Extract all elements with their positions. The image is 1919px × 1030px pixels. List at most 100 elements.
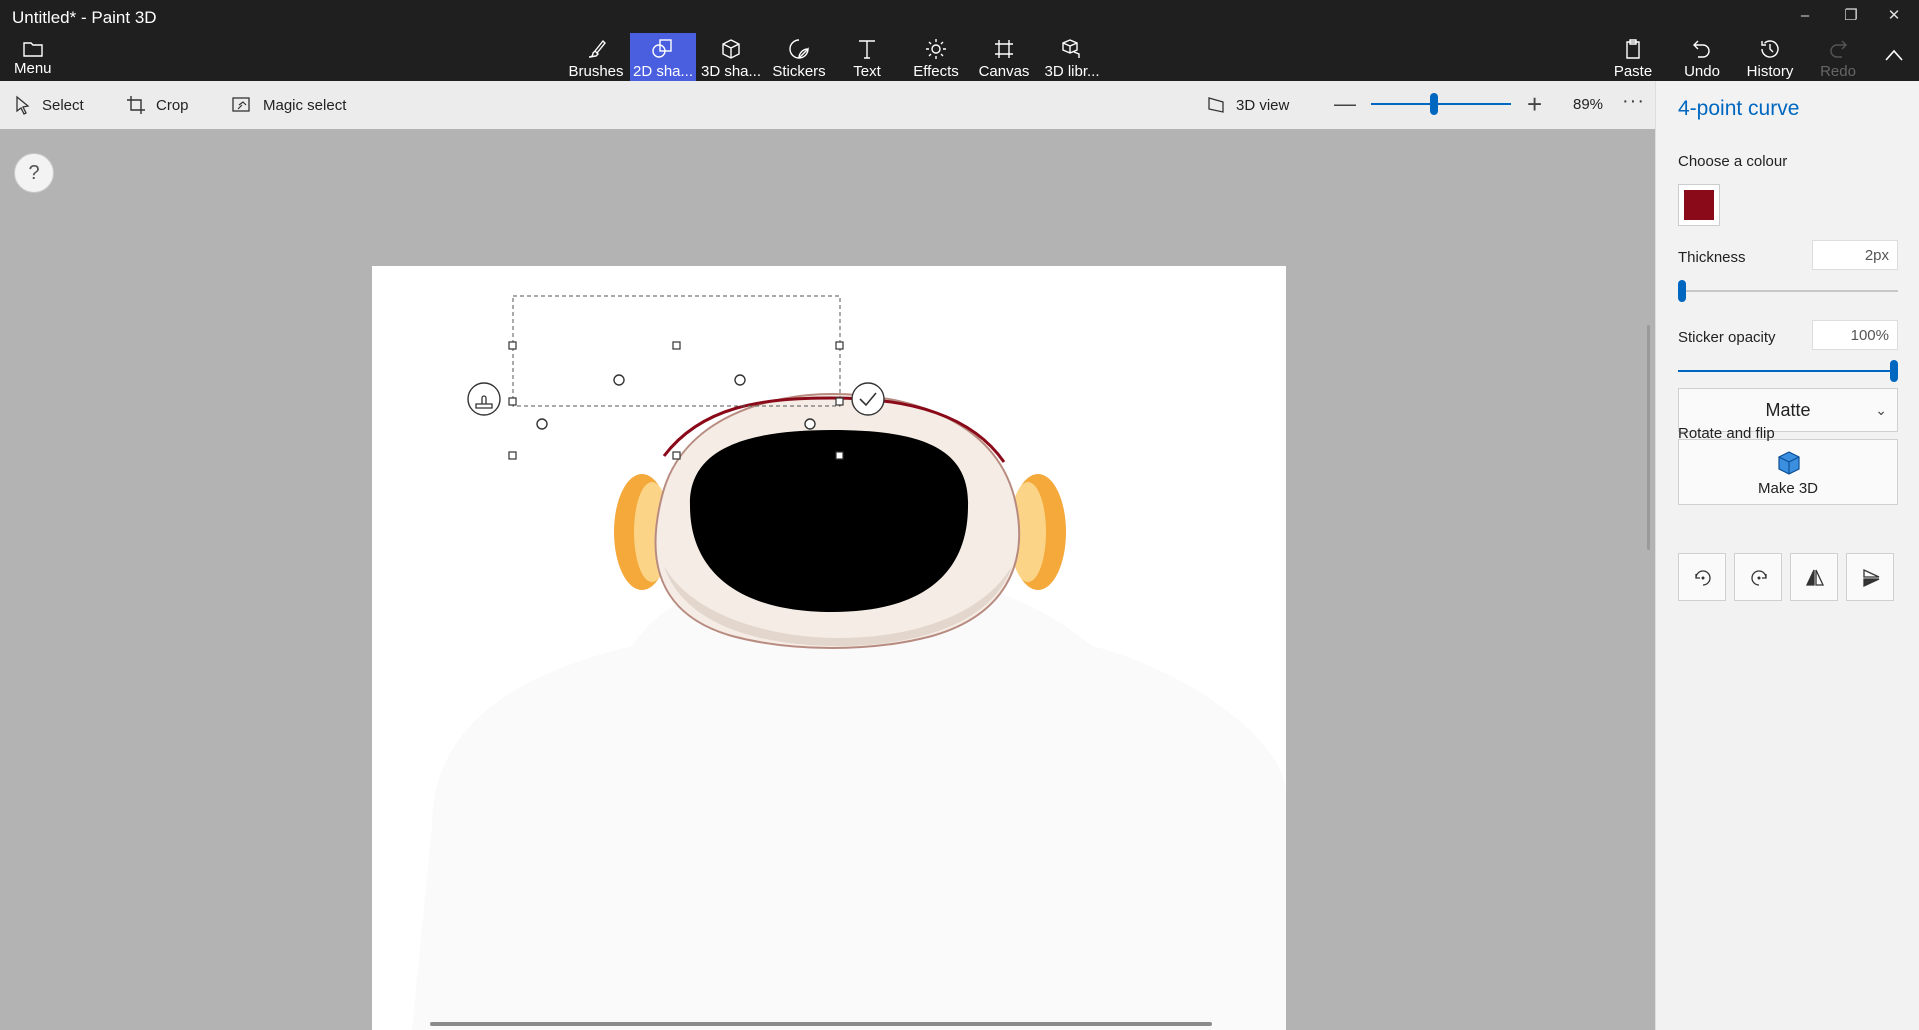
thickness-label: Thickness	[1678, 249, 1746, 266]
magic-select-icon	[232, 97, 250, 112]
menu-label: Menu	[14, 60, 52, 77]
flip-vertical-button[interactable]	[1846, 553, 1894, 601]
magic-select-label: Magic select	[263, 96, 347, 114]
effects-icon	[926, 39, 946, 59]
minimize-button[interactable]: –	[1785, 4, 1825, 28]
undo-icon	[1693, 40, 1710, 58]
tool-text[interactable]: Text	[834, 33, 900, 81]
rotate-flip-label: Rotate and flip	[1678, 425, 1775, 442]
top-bar: Untitled* - Paint 3D – ❐ ✕ Menu Brushes …	[0, 0, 1919, 81]
3d-view-icon	[1208, 97, 1224, 113]
colour-swatch[interactable]	[1678, 184, 1720, 226]
crop-label: Crop	[156, 96, 189, 114]
chevron-down-icon: ⌄	[1875, 402, 1887, 418]
tool-label: Brushes	[568, 63, 624, 80]
crop-button[interactable]: Crop	[126, 93, 189, 117]
chevron-up-icon[interactable]	[1884, 48, 1904, 62]
tool-label: Effects	[913, 63, 959, 80]
history-label: History	[1746, 63, 1794, 80]
rotate-right-button[interactable]	[1734, 553, 1782, 601]
finish-value: Matte	[1765, 400, 1811, 420]
paste-icon	[1626, 39, 1640, 59]
undo-button[interactable]: Undo	[1670, 33, 1734, 81]
undo-label: Undo	[1684, 63, 1720, 80]
zoom-slider[interactable]	[1371, 103, 1511, 105]
tool-label: 3D sha...	[700, 63, 762, 80]
sticker-opacity-input[interactable]: 100%	[1812, 320, 1898, 350]
flip-horizontal-button[interactable]	[1790, 553, 1838, 601]
text-icon	[859, 40, 875, 59]
canvas-artwork	[412, 295, 1286, 1030]
sticker-opacity-slider[interactable]	[1678, 370, 1898, 372]
3d-library-icon	[1062, 39, 1080, 58]
tool-label: Text	[853, 63, 881, 80]
colour-swatch-fill	[1684, 190, 1714, 220]
horizontal-scrollbar[interactable]	[430, 1022, 1212, 1026]
folder-icon	[23, 42, 43, 57]
tool-brushes[interactable]: Brushes	[563, 33, 629, 81]
2d-shapes-icon	[652, 39, 672, 58]
choose-colour-label: Choose a colour	[1678, 153, 1788, 170]
redo-icon	[1830, 40, 1847, 58]
rotate-left-button[interactable]	[1678, 553, 1726, 601]
canvas-icon	[995, 40, 1013, 58]
redo-button[interactable]: Redo	[1806, 33, 1870, 81]
magic-select-button[interactable]: Magic select	[231, 93, 346, 117]
tool-canvas[interactable]: Canvas	[971, 33, 1037, 81]
more-options-button[interactable]: ···	[1622, 90, 1645, 113]
sticker-opacity-label: Sticker opacity	[1678, 329, 1776, 346]
3d-view-button[interactable]: 3D view	[1206, 93, 1289, 117]
select-button[interactable]: Select	[14, 93, 84, 117]
drawing-canvas[interactable]	[372, 266, 1286, 1030]
menu-button[interactable]: Menu	[12, 36, 72, 78]
tool-3d-shapes[interactable]: 3D sha...	[698, 33, 764, 81]
sub-toolbar: Select Crop Magic select 3D view — + 89%…	[0, 81, 1655, 129]
flip-horizontal-icon	[1805, 569, 1825, 586]
rotate-left-icon	[1695, 570, 1711, 586]
tool-2d-shapes[interactable]: 2D sha...	[630, 33, 696, 81]
make-3d-label: Make 3D	[1757, 480, 1819, 497]
close-button[interactable]: ✕	[1874, 4, 1914, 28]
history-icon	[1761, 40, 1779, 58]
panel-title: 4-point curve	[1678, 97, 1800, 120]
sticker-opacity-slider-thumb[interactable]	[1890, 360, 1898, 382]
tool-effects[interactable]: Effects	[903, 33, 969, 81]
zoom-value: 89%	[1573, 96, 1604, 113]
3d-shapes-icon	[722, 39, 740, 59]
tool-stickers[interactable]: Stickers	[766, 33, 832, 81]
selection-box[interactable]	[512, 295, 841, 407]
tool-label: 2D sha...	[632, 63, 694, 80]
cursor-icon	[16, 95, 30, 115]
zoom-in-button[interactable]: +	[1527, 89, 1542, 120]
tool-label: 3D libr...	[1044, 63, 1100, 80]
zoom-slider-thumb[interactable]	[1430, 93, 1439, 115]
3d-view-label: 3D view	[1236, 96, 1290, 114]
paste-button[interactable]: Paste	[1601, 33, 1665, 81]
paste-label: Paste	[1613, 63, 1653, 80]
restore-button[interactable]: ❐	[1831, 4, 1871, 28]
redo-label: Redo	[1820, 63, 1856, 80]
help-button[interactable]: ?	[14, 153, 54, 193]
vertical-scrollbar[interactable]	[1647, 325, 1650, 550]
thickness-slider[interactable]	[1678, 290, 1898, 292]
history-button[interactable]: History	[1737, 33, 1803, 81]
flip-vertical-icon	[1863, 568, 1880, 588]
select-label: Select	[42, 96, 84, 114]
thickness-input[interactable]: 2px	[1812, 240, 1898, 270]
rotate-right-icon	[1751, 570, 1767, 586]
commit-check-button[interactable]	[851, 382, 885, 416]
window-title: Untitled* - Paint 3D	[12, 8, 157, 27]
cube-icon	[1778, 451, 1800, 475]
thickness-slider-thumb[interactable]	[1678, 280, 1686, 302]
make-3d-button[interactable]: Make 3D	[1678, 439, 1898, 505]
sticker-icon	[789, 39, 809, 59]
brush-icon	[588, 39, 606, 58]
crop-icon	[127, 96, 145, 114]
stamp-button[interactable]	[467, 382, 501, 416]
helmet-visor	[689, 430, 969, 612]
properties-panel: 4-point curve Choose a colour Thickness …	[1655, 81, 1919, 1030]
tool-3d-library[interactable]: 3D libr...	[1039, 33, 1105, 81]
tool-label: Stickers	[772, 63, 826, 80]
tool-label: Canvas	[978, 63, 1030, 80]
zoom-out-button[interactable]: —	[1334, 91, 1356, 117]
